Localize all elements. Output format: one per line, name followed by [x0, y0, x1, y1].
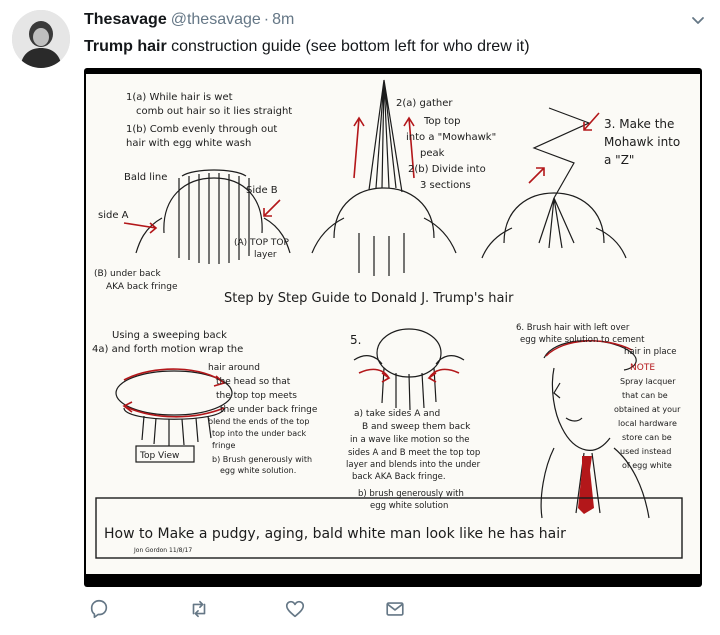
step-5-number: 5.: [350, 333, 361, 347]
step-3-text: 3. Make the: [604, 117, 674, 131]
tweet-media-photo[interactable]: 1(a) While hair is wet comb out hair so …: [84, 68, 702, 587]
tweet-text-bold: Trump hair: [84, 38, 167, 55]
reply-icon[interactable]: [88, 598, 112, 622]
step-4a-text-3: hair around: [208, 363, 260, 373]
step-5a-text-6: back AKA Back fringe.: [352, 472, 446, 482]
step-2a-text: 2(a) gather: [396, 98, 453, 109]
display-name[interactable]: Thesavage: [84, 11, 167, 28]
step-5a-text-5: layer and blends into the under: [346, 460, 481, 470]
user-handle[interactable]: @thesavage: [171, 11, 261, 28]
step-4a-text: Using a sweeping back: [112, 330, 227, 341]
step-5a-text: a) take sides A and: [354, 409, 440, 419]
note-line-6: used instead: [620, 447, 671, 456]
bald-line-label: Bald line: [124, 172, 167, 183]
step-4b-text: b) Brush generously with: [212, 455, 312, 464]
step-3-text-2: Mohawk into: [604, 135, 680, 149]
under-back-label: (B) under back: [94, 269, 161, 279]
step-3-text-3: a "Z": [604, 153, 634, 167]
side-b-label: Side B: [246, 185, 278, 196]
under-back-label-2: AKA back fringe: [106, 282, 178, 292]
tweet-text: Trump hair construction guide (see botto…: [84, 37, 530, 57]
top-top-label: (A) TOP TOP: [234, 238, 289, 248]
tweet: Thesavage @thesavage · 8m Trump hair constr…: [0, 0, 720, 635]
step-5b-text-2: egg white solution: [370, 501, 448, 511]
step-1b-text: 1(b) Comb evenly through out: [126, 124, 277, 135]
step-1b-text-2: hair with egg white wash: [126, 138, 251, 149]
step-5a-text-4: sides A and B meet the top top: [348, 448, 480, 458]
side-a-label: side A: [98, 210, 129, 221]
step-6-text-3: hair in place: [624, 347, 676, 357]
note-line-3: obtained at your: [614, 405, 681, 414]
tweet-text-rest: construction guide (see bottom left for …: [166, 38, 530, 55]
note-line-1: Spray lacquer: [620, 377, 676, 386]
step-1a-text: 1(a) While hair is wet: [126, 92, 233, 103]
step-4a-text-2: 4a) and forth motion wrap the: [92, 344, 243, 355]
step-6-text: 6. Brush hair with left over: [516, 323, 630, 333]
note-title: NOTE: [630, 363, 655, 373]
note-line-7: of egg white: [622, 461, 672, 470]
envelope-icon[interactable]: [384, 598, 408, 622]
guide-title: Step by Step Guide to Donald J. Trump's …: [224, 291, 514, 306]
step-4a-text-8: top into the under back: [212, 429, 307, 438]
step-5a-text-3: in a wave like motion so the: [350, 435, 470, 445]
note-line-4: local hardware: [618, 419, 677, 428]
step-4a-text-6: the under back fringe: [220, 405, 318, 415]
step-2a-text-3: into a "Mowhawk": [406, 132, 496, 143]
artist-signature: Jon Gordon 11/8/17: [133, 547, 192, 554]
step-4a-text-5: the top top meets: [216, 391, 297, 401]
chevron-down-icon[interactable]: [690, 12, 706, 28]
banner-text: How to Make a pudgy, aging, bald white m…: [104, 526, 566, 542]
step-2a-text-4: peak: [420, 148, 445, 159]
step-6-text-2: egg white solution to cement: [520, 335, 645, 345]
step-4b-text-2: egg white solution.: [220, 466, 296, 475]
tweet-timestamp[interactable]: 8m: [272, 11, 294, 28]
step-2a-text-2: Top top: [423, 116, 460, 127]
separator-dot: ·: [263, 11, 270, 28]
heart-icon[interactable]: [284, 598, 308, 622]
retweet-icon[interactable]: [188, 598, 212, 622]
tweet-actions: [84, 598, 584, 626]
top-view-label: Top View: [139, 451, 179, 461]
top-top-label-2: layer: [254, 250, 277, 260]
step-4a-text-7: blend the ends of the top: [208, 417, 309, 426]
avatar[interactable]: [12, 10, 70, 68]
step-2b-text: 2(b) Divide into: [408, 164, 486, 175]
step-5a-text-2: B and sweep them back: [362, 422, 471, 432]
note-line-5: store can be: [622, 433, 672, 442]
step-4a-text-4: the head so that: [216, 377, 291, 387]
step-2b-text-2: 3 sections: [420, 180, 471, 191]
tweet-header: Thesavage @thesavage · 8m: [84, 10, 294, 30]
step-4a-text-9: fringe: [212, 441, 235, 450]
note-line-2: that can be: [622, 391, 668, 400]
step-1a-text-2: comb out hair so it lies straight: [136, 106, 292, 117]
